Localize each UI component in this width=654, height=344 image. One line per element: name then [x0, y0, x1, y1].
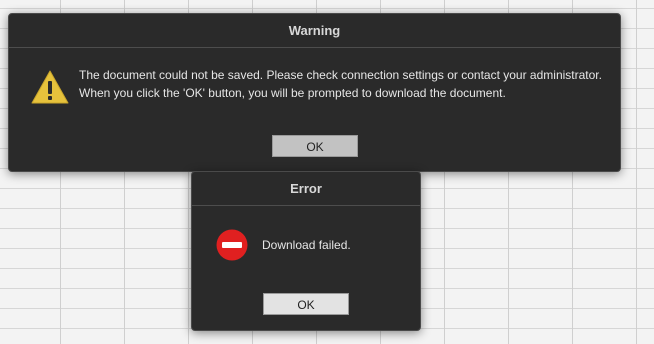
warning-dialog: Warning The document could not be saved.…: [8, 13, 621, 172]
warning-icon: [31, 69, 69, 105]
warning-message: The document could not be saved. Please …: [79, 66, 619, 102]
warning-dialog-title: Warning: [9, 14, 620, 48]
warning-ok-button[interactable]: OK: [272, 135, 358, 157]
warning-message-line-1: The document could not be saved. Please …: [79, 68, 602, 82]
error-dialog: Error Download failed. OK: [191, 171, 421, 331]
error-ok-button[interactable]: OK: [263, 293, 349, 315]
error-message: Download failed.: [262, 238, 351, 252]
error-icon: [216, 229, 248, 261]
error-dialog-title: Error: [192, 172, 420, 206]
warning-message-line-2: When you click the 'OK' button, you will…: [79, 86, 506, 100]
